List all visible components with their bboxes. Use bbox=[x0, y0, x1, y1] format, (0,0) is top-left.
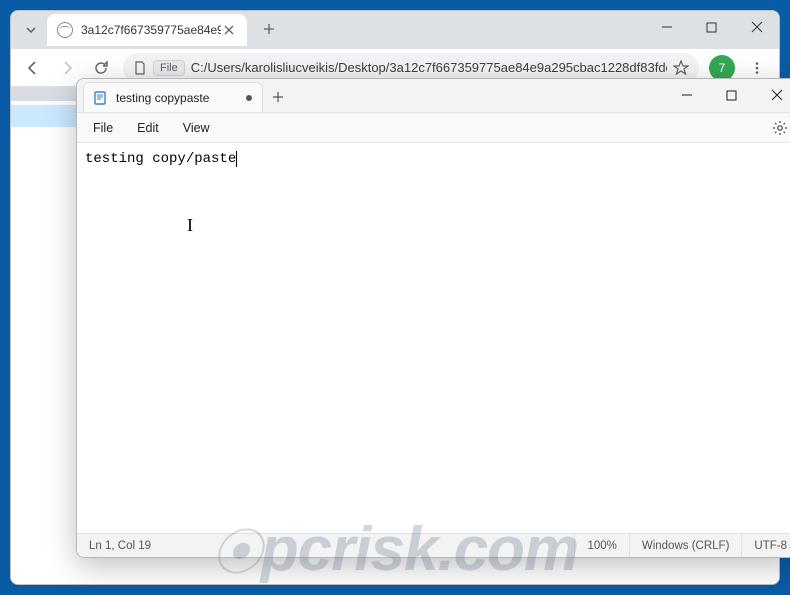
avatar-initial: 7 bbox=[719, 61, 726, 75]
notepad-tab-active[interactable]: testing copypaste bbox=[83, 82, 263, 112]
menu-file[interactable]: File bbox=[83, 117, 123, 139]
profile-avatar[interactable]: 7 bbox=[709, 55, 735, 81]
status-encoding[interactable]: UTF-8 bbox=[741, 534, 790, 557]
star-icon[interactable] bbox=[673, 60, 689, 76]
status-cursor-position: Ln 1, Col 19 bbox=[77, 534, 163, 557]
notepad-text-area[interactable]: testing copy/paste I bbox=[77, 143, 790, 533]
new-tab-button[interactable] bbox=[255, 15, 283, 43]
notepad-new-tab-button[interactable] bbox=[263, 82, 293, 112]
notepad-maximize-button[interactable] bbox=[709, 80, 754, 110]
chrome-titlebar: 3a12c7f667359775ae84e9a295… bbox=[11, 11, 779, 49]
globe-icon bbox=[57, 22, 73, 38]
notepad-menubar: File Edit View bbox=[77, 113, 790, 143]
notepad-icon bbox=[92, 90, 108, 106]
notepad-window: testing copypaste File Edit View testing… bbox=[76, 78, 790, 558]
notepad-statusbar: Ln 1, Col 19 100% Windows (CRLF) UTF-8 bbox=[77, 533, 790, 557]
file-chip: File bbox=[153, 60, 185, 76]
notepad-minimize-button[interactable] bbox=[664, 80, 709, 110]
unsaved-indicator-icon bbox=[246, 95, 252, 101]
settings-button[interactable] bbox=[767, 115, 790, 141]
menu-edit[interactable]: Edit bbox=[127, 117, 169, 139]
notepad-window-controls bbox=[664, 78, 790, 112]
chrome-tab-active[interactable]: 3a12c7f667359775ae84e9a295… bbox=[47, 14, 247, 46]
status-line-endings[interactable]: Windows (CRLF) bbox=[629, 534, 742, 557]
chrome-tab-title: 3a12c7f667359775ae84e9a295… bbox=[81, 23, 221, 37]
chrome-titlebar-left: 3a12c7f667359775ae84e9a295… bbox=[11, 11, 283, 49]
minimize-button[interactable] bbox=[644, 11, 689, 43]
url-text: C:/Users/karolisliucveikis/Desktop/3a12c… bbox=[191, 60, 667, 75]
text-caret bbox=[236, 151, 237, 167]
gear-icon bbox=[772, 120, 788, 136]
editor-content: testing copy/paste bbox=[85, 151, 236, 167]
notepad-titlebar: testing copypaste bbox=[77, 79, 790, 113]
status-zoom[interactable]: 100% bbox=[574, 534, 628, 557]
menu-view[interactable]: View bbox=[173, 117, 220, 139]
close-button[interactable] bbox=[734, 11, 779, 43]
chrome-window-controls bbox=[644, 11, 779, 49]
maximize-button[interactable] bbox=[689, 11, 734, 43]
file-icon bbox=[133, 61, 147, 75]
close-icon[interactable] bbox=[221, 22, 237, 38]
notepad-tab-title: testing copypaste bbox=[116, 91, 238, 105]
back-button[interactable] bbox=[17, 52, 49, 84]
notepad-close-button[interactable] bbox=[754, 80, 790, 110]
ibeam-cursor-icon: I bbox=[187, 215, 193, 236]
chrome-tab-search-dropdown[interactable] bbox=[19, 11, 43, 49]
